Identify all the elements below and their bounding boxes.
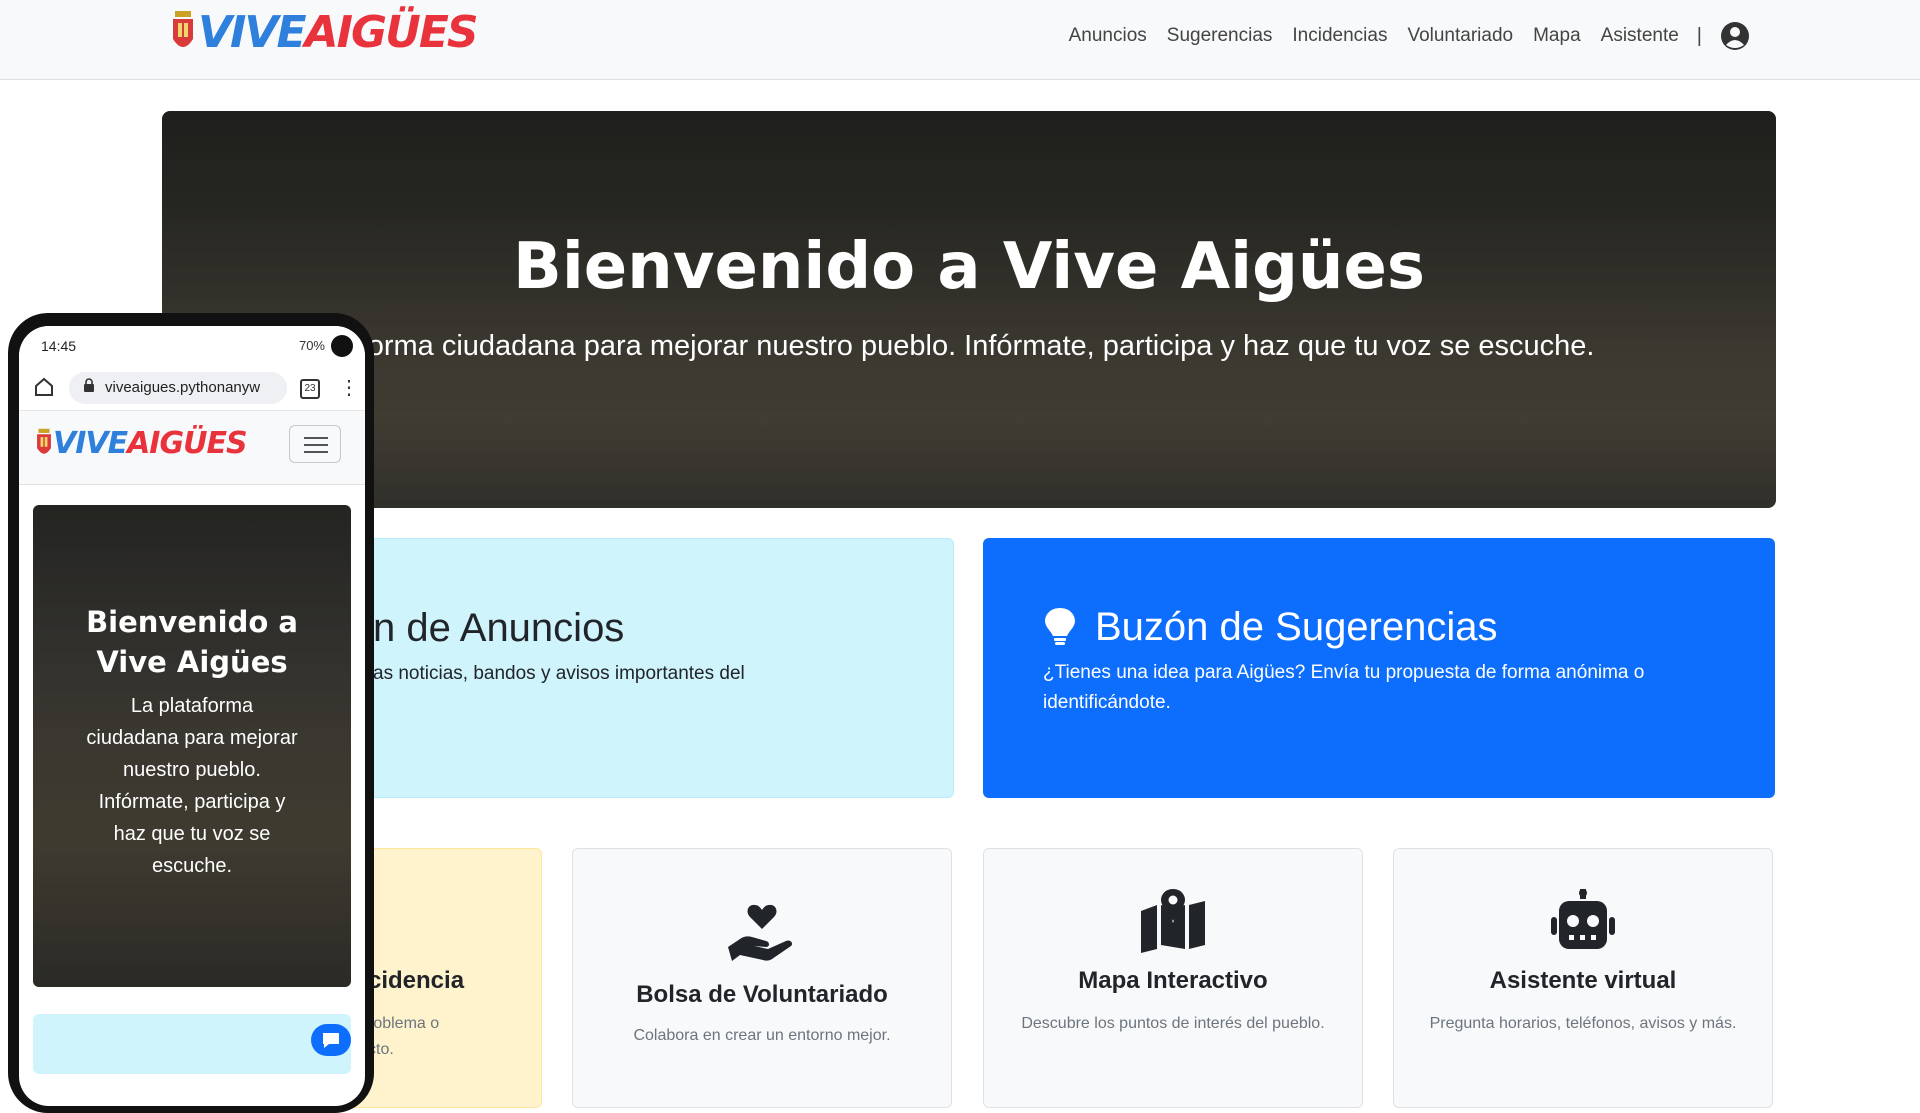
nav-link-anuncios[interactable]: Anuncios [1069, 25, 1147, 47]
browser-address-bar: viveaigues.pythonanyw 23 ⋮ [19, 366, 365, 411]
card-voluntariado-desc: Colabora en crear un entorno mejor. [633, 1027, 891, 1044]
mobile-hero-title: Bienvenido a Vive Aigües [86, 605, 298, 679]
lock-icon [84, 378, 94, 392]
url-text: viveaigues.pythonanyw [105, 379, 261, 396]
card-mapa-title: Mapa Interactivo [1078, 967, 1268, 994]
card-anuncios-desc: as noticias, bandos y avisos importantes… [373, 663, 745, 684]
hero-title: Bienvenido a Vive Aigües [513, 230, 1425, 304]
phone-screen: 14:45 70% viveaigues.pythonanyw 23 ⋮ VIV… [19, 326, 365, 1106]
card-voluntariado-title: Bolsa de Voluntariado [636, 981, 888, 1008]
card-sugerencias-desc: ¿Tienes una idea para Aigües? Envía tu p… [1043, 662, 1645, 713]
card-incidencia-title: cidencia [368, 967, 465, 994]
card-voluntariado[interactable]: Bolsa de Voluntariado Colabora en crear … [572, 848, 952, 1108]
logo-text-vive: VIVE [198, 7, 307, 58]
phone-mockup: 14:45 70% viveaigues.pythonanyw 23 ⋮ VIV… [8, 313, 374, 1113]
chat-icon [323, 1033, 339, 1048]
robot-icon [1551, 889, 1615, 949]
mobile-navbar: VIVEAIGÜES [19, 411, 365, 485]
card-incidencia-desc-line1: roblema o [368, 1015, 440, 1032]
nav-link-sugerencias[interactable]: Sugerencias [1167, 25, 1273, 47]
nav-link-incidencias[interactable]: Incidencias [1292, 25, 1387, 47]
hamburger-menu-button[interactable] [289, 425, 341, 463]
phone-status-bar: 14:45 70% [19, 326, 365, 366]
mobile-logo-text-vive: VIVE [53, 426, 128, 461]
site-logo[interactable]: VIVEAIGÜES [170, 4, 479, 62]
browser-menu-icon[interactable]: ⋮ [339, 375, 359, 400]
mobile-coat-of-arms-icon [37, 428, 51, 454]
hero-subtitle: aforma ciudadana para mejorar nuestro pu… [343, 330, 1595, 362]
card-buzon-sugerencias[interactable]: Buzón de Sugerencias ¿Tienes una idea pa… [983, 538, 1775, 798]
card-incidencia-desc-line2: cto. [368, 1041, 394, 1058]
top-navbar: VIVEAIGÜES Anuncios Sugerencias Incidenc… [0, 0, 1920, 80]
user-account-icon[interactable] [1720, 21, 1750, 51]
front-camera [331, 335, 353, 357]
hand-heart-icon [728, 904, 793, 961]
card-sugerencias-title: Buzón de Sugerencias [1095, 605, 1498, 649]
url-field[interactable]: viveaigues.pythonanyw [69, 372, 287, 404]
phone-status-time: 14:45 [41, 338, 77, 354]
card-anuncios-title: n de Anuncios [373, 606, 625, 650]
tabs-count-button[interactable]: 23 [300, 379, 320, 399]
card-asistente-title: Asistente virtual [1489, 967, 1677, 994]
home-icon[interactable] [33, 376, 55, 398]
hero-banner: Bienvenido a Vive Aigües aforma ciudadan… [162, 111, 1776, 508]
mobile-logo-text-aigues: AIGÜES [127, 426, 247, 461]
mobile-hero-banner: Bienvenido a Vive Aigües La plataforma c… [33, 505, 351, 987]
nav-separator: | [1696, 24, 1702, 47]
nav-link-asistente[interactable]: Asistente [1601, 25, 1679, 47]
mobile-hero-subtitle: La plataforma ciudadana para mejorar nue… [86, 695, 298, 877]
mobile-card-anuncios[interactable] [33, 1014, 351, 1074]
map-location-icon [1141, 889, 1205, 953]
card-asistente[interactable]: Asistente virtual Pregunta horarios, tel… [1393, 848, 1773, 1108]
coat-of-arms-icon [173, 11, 193, 47]
nav-link-mapa[interactable]: Mapa [1533, 25, 1581, 47]
nav-links: Anuncios Sugerencias Incidencias Volunta… [1049, 20, 1750, 52]
card-mapa[interactable]: Mapa Interactivo Descubre los puntos de … [983, 848, 1363, 1108]
mobile-site-logo[interactable]: VIVEAIGÜES [35, 426, 248, 461]
nav-link-voluntariado[interactable]: Voluntariado [1407, 25, 1513, 47]
chat-bubble-button[interactable] [311, 1024, 351, 1056]
logo-text-aigues: AIGÜES [304, 7, 479, 58]
phone-battery-level: 70% [298, 338, 325, 353]
card-mapa-desc: Descubre los puntos de interés del puebl… [1021, 1015, 1325, 1032]
card-asistente-desc: Pregunta horarios, teléfonos, avisos y m… [1429, 1015, 1737, 1032]
lightbulb-icon [1045, 608, 1075, 645]
